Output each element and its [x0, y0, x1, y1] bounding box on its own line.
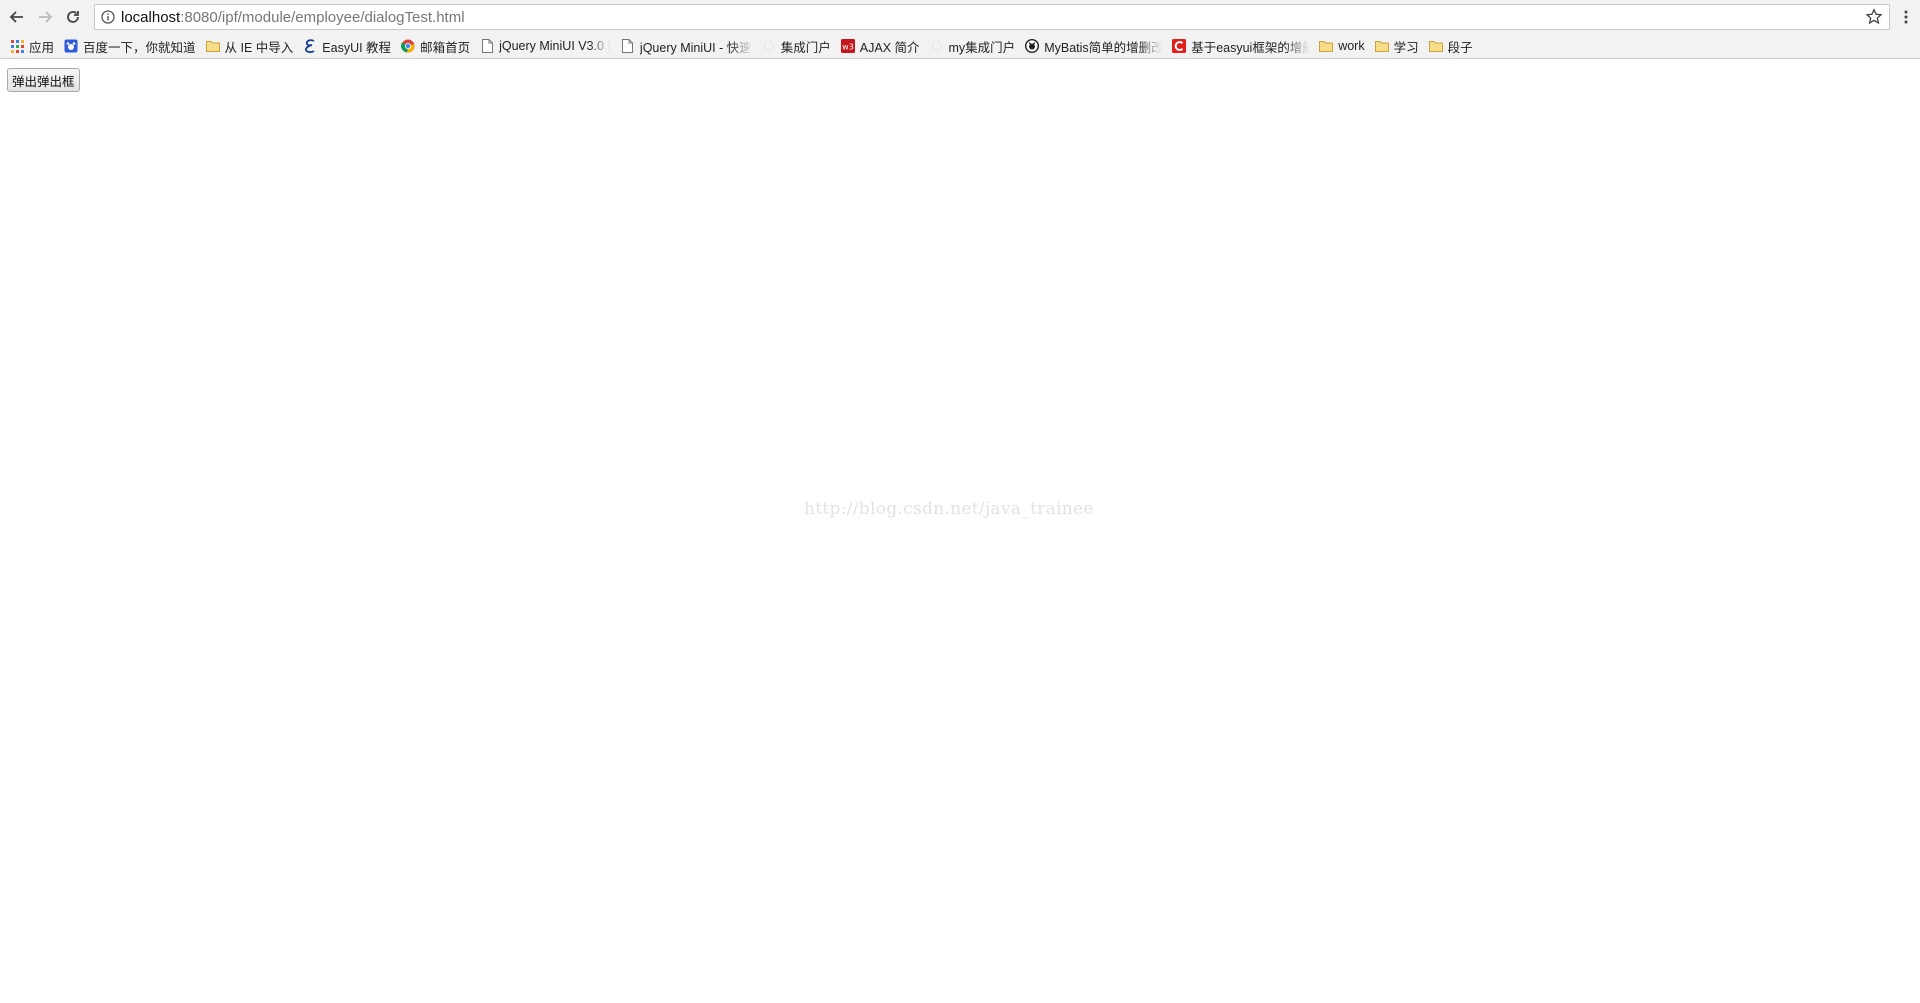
bookmark-label: 应用: [29, 40, 55, 55]
bookmark-label: work: [1338, 39, 1365, 53]
folder-icon: [1374, 39, 1389, 53]
browser-chrome: localhost:8080/ipf/module/employee/dialo…: [0, 0, 1920, 59]
bookmark-label: my集成门户: [948, 40, 1016, 55]
bookmark-baidu[interactable]: 百度一下，你就知道: [60, 35, 200, 57]
chrome-icon: [401, 39, 415, 53]
bookmark-label: 段子: [1447, 40, 1473, 55]
bookmark-portal[interactable]: 集成门户: [758, 35, 835, 57]
bookmark-mybatis[interactable]: MyBatis简单的增删改: [1021, 35, 1166, 57]
apps-grid-icon: [10, 39, 24, 53]
reload-icon: [67, 11, 79, 23]
svg-text:w3: w3: [842, 43, 854, 52]
back-button[interactable]: [4, 4, 30, 30]
bookmark-label: jQuery MiniUI V3.0 I: [499, 39, 611, 53]
bookmark-label: 邮箱首页: [420, 40, 471, 55]
watermark-text: http://blog.csdn.net/java_trainee: [804, 499, 1094, 519]
bookmark-label: AJAX 简介: [859, 40, 920, 55]
github-icon: [1025, 39, 1040, 53]
w3-icon: w3: [840, 39, 855, 53]
forward-button[interactable]: [32, 4, 58, 30]
folder-icon: [1428, 39, 1443, 53]
bookmark-miniui-v3[interactable]: jQuery MiniUI V3.0 I: [476, 35, 615, 57]
arrow-right-icon: [39, 11, 53, 23]
bookmark-label: 从 IE 中导入: [224, 40, 294, 55]
bookmark-folder-jokes[interactable]: 段子: [1425, 35, 1477, 57]
blank-icon: [930, 39, 944, 53]
url-text[interactable]: localhost:8080/ipf/module/employee/dialo…: [121, 9, 465, 26]
url-path: :8080/ipf/module/employee/dialogTest.htm…: [180, 8, 465, 26]
bookmark-mail[interactable]: 邮箱首页: [397, 35, 474, 57]
bookmarks-bar: 应用 百度一下，你就知道 从 IE 中导入 EasyUI 教程 邮箱首页 jQu…: [0, 34, 1920, 58]
folder-icon: [1319, 39, 1334, 53]
bookmark-ajax[interactable]: w3 AJAX 简介: [837, 35, 924, 57]
address-bar[interactable]: localhost:8080/ipf/module/employee/dialo…: [94, 4, 1890, 30]
page-icon: [480, 39, 494, 53]
easyui-icon: [303, 39, 317, 53]
csdn-icon: [1172, 39, 1187, 53]
bookmark-my-portal[interactable]: my集成门户: [926, 35, 1020, 57]
bookmark-folder-work[interactable]: work: [1315, 35, 1368, 57]
url-host: localhost: [121, 8, 181, 26]
bookmark-label: 百度一下，你就知道: [83, 40, 196, 55]
info-icon[interactable]: [101, 10, 115, 24]
blank-icon: [762, 39, 776, 53]
bookmark-label: jQuery MiniUI - 快速: [639, 40, 752, 55]
browser-toolbar: localhost:8080/ipf/module/employee/dialo…: [0, 0, 1920, 34]
bookmark-label: 基于easyui框架的增删: [1191, 40, 1310, 55]
three-dots-icon: [1904, 10, 1908, 24]
baidu-icon: [64, 39, 78, 53]
browser-menu-button[interactable]: [1896, 4, 1916, 30]
page-icon: [621, 39, 635, 53]
bookmark-label: 集成门户: [780, 40, 831, 55]
bookmark-label: 学习: [1393, 40, 1419, 55]
reload-button[interactable]: [60, 4, 86, 30]
star-icon[interactable]: [1865, 8, 1883, 26]
bookmark-label: EasyUI 教程: [322, 40, 392, 55]
bookmark-miniui-fast[interactable]: jQuery MiniUI - 快速: [617, 35, 756, 57]
page-content: 弹出弹出框 http://blog.csdn.net/java_trainee: [0, 59, 1920, 1002]
bookmark-apps[interactable]: 应用: [6, 35, 58, 57]
arrow-left-icon: [9, 11, 23, 23]
bookmark-easyui[interactable]: EasyUI 教程: [299, 35, 395, 57]
bookmark-easyui-crud[interactable]: 基于easyui框架的增删: [1168, 35, 1313, 57]
bookmark-label: MyBatis简单的增删改: [1044, 40, 1163, 55]
folder-icon: [205, 39, 220, 53]
bookmark-folder-ie-import[interactable]: 从 IE 中导入: [202, 35, 298, 57]
open-dialog-button[interactable]: 弹出弹出框: [7, 68, 80, 92]
bookmark-folder-study[interactable]: 学习: [1371, 35, 1423, 57]
